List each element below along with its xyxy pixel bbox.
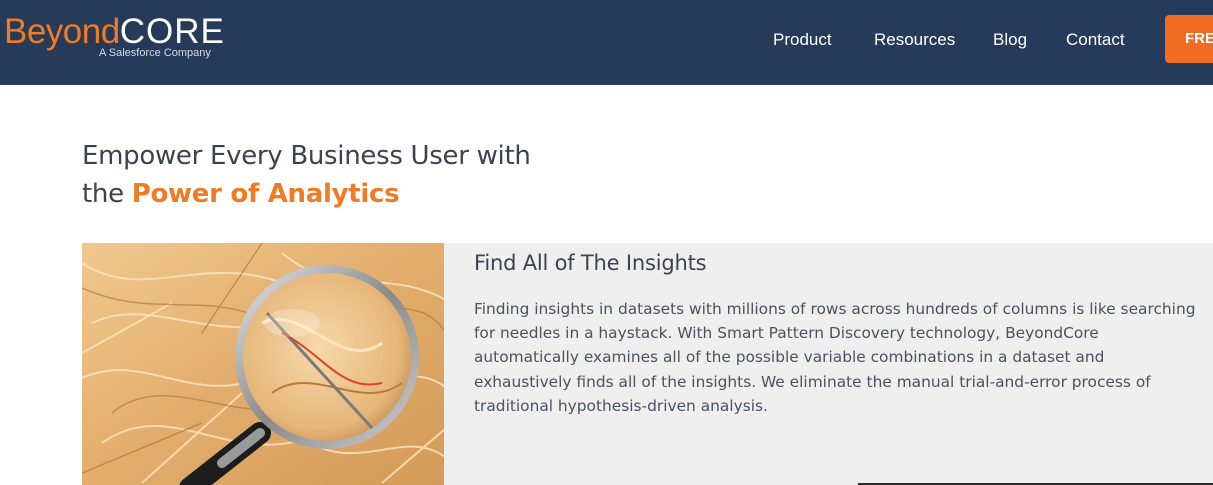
feature-description: Finding insights in datasets with millio… [474, 300, 1196, 415]
logo-tagline: A Salesforce Company [99, 47, 211, 59]
headline-prefix: the [82, 179, 132, 209]
logo-wordmark: BeyondCORE [4, 12, 225, 52]
logo-word-beyond: Beyond [4, 12, 120, 51]
nav-link-resources[interactable]: Resources [874, 28, 955, 52]
free-trial-button[interactable]: FREE [1165, 15, 1213, 63]
headline-line-2: the Power of Analytics [82, 175, 682, 213]
site-header: BeyondCORE A Salesforce Company Product … [0, 0, 1213, 85]
haystack-magnifier-illustration [82, 243, 444, 485]
logo-word-core: CORE [119, 12, 225, 51]
nav-link-contact[interactable]: Contact [1066, 28, 1125, 52]
beyondcore-logo[interactable]: BeyondCORE A Salesforce Company [4, 12, 224, 66]
page-headline: Empower Every Business User with the Pow… [82, 137, 682, 213]
nav-link-product[interactable]: Product [773, 28, 832, 52]
haystack-magnifier-image [82, 243, 444, 485]
nav-link-blog[interactable]: Blog [993, 28, 1027, 52]
headline-accent: Power of Analytics [131, 179, 400, 209]
feature-title: Find All of The Insights [474, 251, 707, 275]
headline-line-1: Empower Every Business User with [82, 141, 531, 171]
